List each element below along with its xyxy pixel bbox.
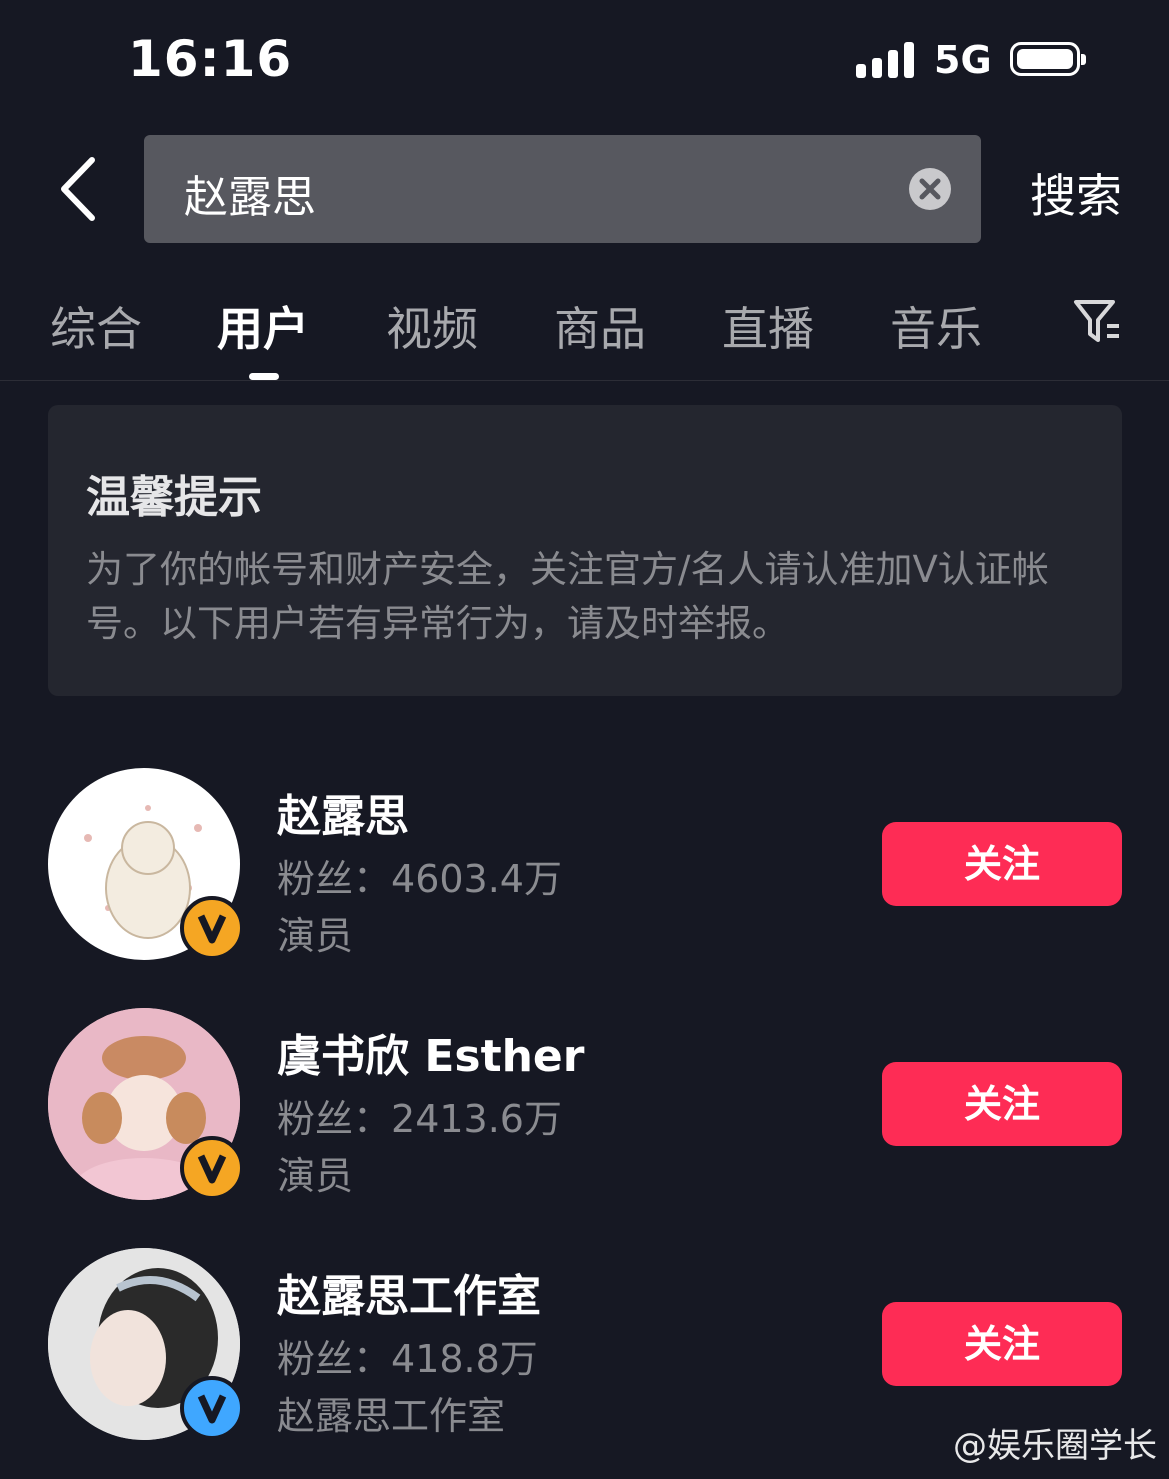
follow-button[interactable]: 关注	[882, 1062, 1122, 1146]
verified-v-icon	[180, 896, 244, 960]
follow-button[interactable]: 关注	[882, 822, 1122, 906]
user-name[interactable]: 赵露思	[277, 780, 409, 844]
notice-title: 温馨提示	[86, 472, 262, 523]
notice-card: 温馨提示 为了你的帐号和财产安全，关注官方/名人请认准加V认证帐号。以下用户若有…	[48, 405, 1122, 696]
notice-body: 为了你的帐号和财产安全，关注官方/名人请认准加V认证帐号。以下用户若有异常行为，…	[86, 548, 1049, 645]
verified-v-icon	[180, 1376, 244, 1440]
fans-count: 2413.6万	[391, 1097, 562, 1141]
clear-icon[interactable]	[909, 168, 951, 210]
watermark: @娱乐圈学长	[953, 1426, 1157, 1466]
fans-label: 粉丝：	[277, 857, 392, 901]
search-button[interactable]: 搜索	[1030, 160, 1122, 226]
search-input[interactable]: 赵露思	[144, 135, 981, 243]
back-icon[interactable]	[56, 154, 106, 224]
tab-products[interactable]: 商品	[554, 293, 646, 359]
signal-icon	[856, 42, 916, 78]
tab-divider	[0, 380, 1169, 381]
status-time: 16:16	[128, 30, 293, 88]
user-fans: 粉丝：418.8万	[277, 1328, 538, 1383]
user-desc: 演员	[277, 1154, 354, 1198]
user-desc: 赵露思工作室	[277, 1394, 506, 1438]
verified-v-icon	[180, 1136, 244, 1200]
user-name[interactable]: 虞书欣 Esther	[277, 1020, 584, 1084]
tab-indicator	[249, 373, 279, 380]
user-fans: 粉丝：2413.6万	[277, 1088, 562, 1143]
follow-button[interactable]: 关注	[882, 1302, 1122, 1386]
fans-label: 粉丝：	[277, 1337, 392, 1381]
fans-count: 4603.4万	[391, 857, 562, 901]
user-desc: 演员	[277, 914, 354, 958]
battery-icon	[1010, 42, 1086, 76]
tab-videos[interactable]: 视频	[386, 293, 478, 359]
fans-label: 粉丝：	[277, 1097, 392, 1141]
tab-music[interactable]: 音乐	[890, 293, 982, 359]
user-name[interactable]: 赵露思工作室	[277, 1260, 541, 1324]
tab-users[interactable]: 用户	[217, 293, 309, 359]
search-query: 赵露思	[184, 172, 316, 223]
network-label: 5G	[934, 38, 992, 82]
filter-icon[interactable]	[1073, 298, 1123, 344]
tab-live[interactable]: 直播	[722, 293, 814, 359]
tab-comprehensive[interactable]: 综合	[50, 293, 142, 359]
fans-count: 418.8万	[391, 1337, 538, 1381]
user-fans: 粉丝：4603.4万	[277, 848, 562, 903]
